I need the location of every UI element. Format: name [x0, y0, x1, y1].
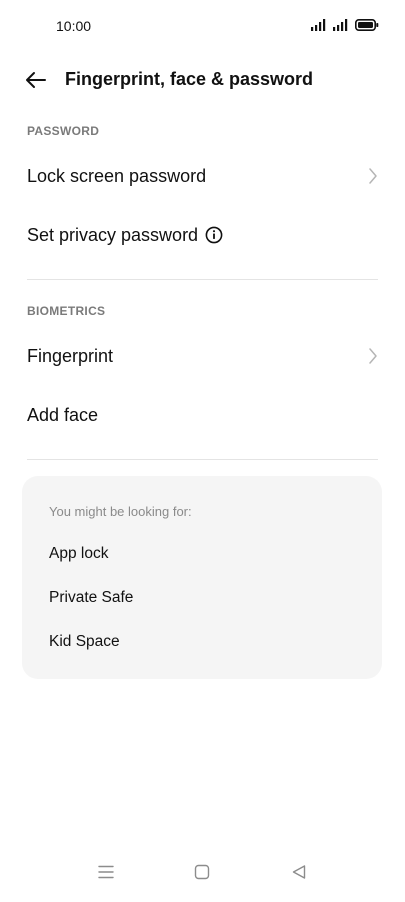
section-header-password: PASSWORD [27, 124, 100, 138]
suggestion-kid-space[interactable]: Kid Space [49, 633, 120, 651]
status-icons [311, 19, 379, 31]
recents-button[interactable] [92, 858, 120, 886]
page-title: Fingerprint, face & password [65, 69, 314, 89]
lock-screen-password-item[interactable]: Lock screen password [0, 151, 405, 201]
menu-icon [98, 865, 114, 879]
section-divider [27, 279, 378, 280]
back-button[interactable] [22, 66, 50, 94]
navigation-bar [0, 846, 405, 902]
suggestion-private-safe[interactable]: Private Safe [49, 589, 133, 607]
suggestion-app-lock[interactable]: App lock [49, 545, 108, 563]
section-header-biometrics: BIOMETRICS [27, 304, 106, 318]
chevron-right-icon [367, 167, 379, 185]
add-face-label: Add face [27, 404, 99, 425]
back-triangle-icon [292, 865, 306, 879]
status-bar: 10:00 [0, 0, 405, 52]
signal-icon [333, 19, 348, 31]
signal-icon [311, 19, 326, 31]
fingerprint-item[interactable]: Fingerprint [0, 331, 405, 381]
app-bar: Fingerprint, face & password [0, 56, 405, 104]
suggestions-card: You might be looking for: App lock Priva… [22, 476, 382, 679]
section-divider [27, 459, 378, 460]
set-privacy-password-label: Set privacy password [27, 224, 199, 245]
battery-icon [355, 19, 379, 31]
set-privacy-password-item[interactable]: Set privacy password [0, 210, 405, 260]
home-button[interactable] [188, 858, 216, 886]
add-face-item[interactable]: Add face [0, 390, 405, 440]
chevron-right-icon [367, 347, 379, 365]
suggestions-title: You might be looking for: [49, 504, 192, 519]
home-icon [194, 864, 210, 880]
info-icon[interactable] [205, 226, 223, 244]
status-time: 10:00 [56, 18, 92, 34]
fingerprint-label: Fingerprint [27, 345, 114, 366]
arrow-left-icon [26, 72, 46, 88]
nav-back-button[interactable] [285, 858, 313, 886]
lock-screen-password-label: Lock screen password [27, 165, 207, 186]
